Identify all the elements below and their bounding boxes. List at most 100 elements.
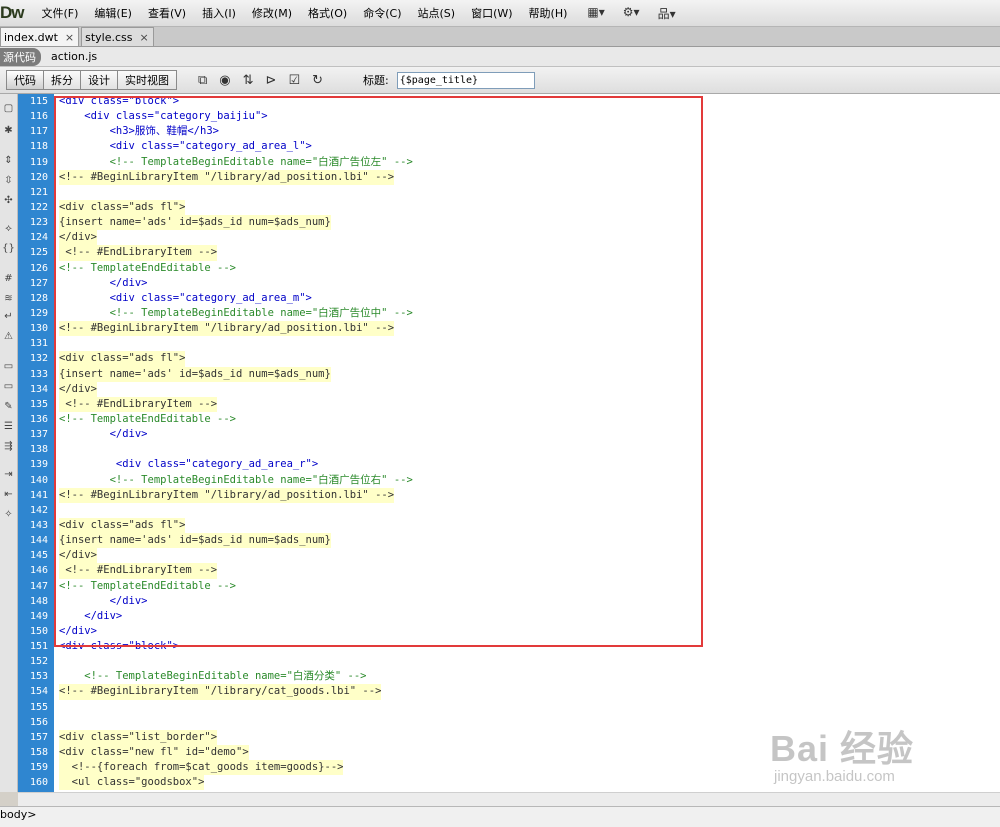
menu-command[interactable]: 命令(C) [355,5,409,21]
related-file-action-js[interactable]: action.js [51,50,97,63]
code-line[interactable]: 131 [30,336,1000,351]
code-line[interactable]: 144 {insert name='ads' id=$ads_id num=$ad… [30,533,1000,549]
code-line[interactable]: 143 <div class="ads fl"> [30,517,1000,534]
collapse-selection-icon[interactable]: ⇳ [1,174,16,188]
menu-window[interactable]: 窗口(W) [463,5,520,21]
code-line[interactable]: 140 <!-- TemplateBeginEditable name="白酒广… [30,473,1000,488]
design-view-button[interactable]: 设计 [80,70,118,90]
line-number: 123 [29,217,48,229]
code-line[interactable]: 141 <!-- #BeginLibraryItem "/library/ad_p… [30,487,1000,503]
recent-snippets-icon[interactable]: ☰ [1,420,16,434]
close-icon[interactable]: × [140,31,149,44]
split-view-button[interactable]: 拆分 [43,70,81,90]
menu-help[interactable]: 帮助(H) [521,5,576,21]
code-line[interactable]: 149 </div> [30,609,1000,624]
tab-style-css[interactable]: style.css × [81,27,154,46]
code-line[interactable]: 152 [30,654,1000,669]
code-line[interactable]: 135 <!-- #EndLibraryItem --> [30,396,1000,412]
code-line[interactable]: 124 </div> [30,230,1000,246]
related-files-bar: 源代码 action.js [0,47,1000,67]
code-line[interactable]: 127 </div> [30,276,1000,291]
line-numbers-icon[interactable]: # [1,272,16,286]
line-number: 158 [29,747,48,759]
menu-site[interactable]: 站点(S) [410,5,464,21]
code-line[interactable]: 123 {insert name='ads' id=$ads_id num=$ad… [30,215,1000,231]
balance-braces-icon[interactable]: {} [1,242,16,256]
menu-modify[interactable]: 修改(M) [244,5,300,21]
code-line[interactable]: 150 </div> [30,624,1000,639]
menu-edit[interactable]: 编辑(E) [86,5,140,21]
preview-icon[interactable]: ◉ [219,73,230,88]
validate-icon[interactable]: ☑ [288,73,300,88]
code-line[interactable]: 148 </div> [30,594,1000,609]
syntax-error-icon[interactable]: ⚠ [1,330,16,344]
line-number: 157 [29,731,48,743]
visual-aids-icon[interactable]: ⊳ [266,73,277,88]
code-line[interactable]: 117 <h3>服饰、鞋帽</h3> [30,124,1000,139]
code-line[interactable]: 151 <div class="block"> [30,639,1000,654]
code-line[interactable]: 146 <!-- #EndLibraryItem --> [30,563,1000,579]
code-line[interactable]: 115 <div class="block"> [30,94,1000,109]
code-line[interactable]: 119 <!-- TemplateBeginEditable name="白酒广… [30,155,1000,170]
code-line[interactable]: 126 <!-- TemplateEndEditable --> [30,261,1000,276]
source-code-button[interactable]: 源代码 [0,47,41,66]
apply-comment-icon[interactable]: ▭ [1,360,16,374]
menu-format[interactable]: 格式(O) [300,5,355,21]
menu-insert[interactable]: 插入(I) [194,5,244,21]
move-css-icon[interactable]: ⇶ [1,440,16,454]
expand-all-icon[interactable]: ✣ [1,194,16,208]
menu-file[interactable]: 文件(F) [34,5,87,21]
code-line[interactable]: 154 <!-- #BeginLibraryItem "/library/cat_… [30,684,1000,700]
code-view-button[interactable]: 代码 [6,70,44,90]
open-documents-icon[interactable]: ▢ [1,102,16,116]
show-code-navigator-icon[interactable]: ✱ [1,124,16,138]
code-line[interactable]: 155 [30,700,1000,715]
tab-index-dwt[interactable]: index.dwt × [0,27,80,46]
code-line[interactable]: 125 <!-- #EndLibraryItem --> [30,245,1000,261]
page-title-input[interactable]: {$page_title} [396,71,535,89]
code-line[interactable]: 130 <!-- #BeginLibraryItem "/library/ad_p… [30,321,1000,337]
site-icon[interactable]: 品▾ [658,5,676,22]
close-icon[interactable]: × [65,31,74,44]
code-line[interactable]: 121 [30,185,1000,200]
indent-code-icon[interactable]: ⇥ [1,468,16,482]
word-wrap-icon[interactable]: ↵ [1,310,16,324]
code-line[interactable]: 147 <!-- TemplateEndEditable --> [30,579,1000,594]
refresh-icon[interactable]: ↻ [312,73,323,88]
code-line[interactable]: 133 {insert name='ads' id=$ads_id num=$ad… [30,366,1000,382]
gear-icon[interactable]: ⚙▾ [623,5,640,22]
live-view-button[interactable]: 实时视图 [117,70,177,90]
code-line[interactable]: 118 <div class="category_ad_area_l"> [30,139,1000,154]
code-line[interactable]: 153 <!-- TemplateBeginEditable name="白酒分… [30,669,1000,684]
horizontal-scrollbar[interactable] [18,792,1000,807]
code-line[interactable]: 142 [30,503,1000,518]
menu-view[interactable]: 查看(V) [140,5,194,21]
watermark-sub: jingyan.baidu.com [774,768,895,785]
code-editor[interactable]: 115 <div class="block"> 116 <div class="ca… [18,94,1000,792]
code-line[interactable]: 137 </div> [30,427,1000,442]
code-line[interactable]: 132 <div class="ads fl"> [30,351,1000,367]
code-line[interactable]: 134 </div> [30,381,1000,397]
remove-comment-icon[interactable]: ▭ [1,380,16,394]
code-line[interactable]: 122 <div class="ads fl"> [30,199,1000,216]
code-line[interactable]: 138 [30,442,1000,457]
file-management-icon[interactable]: ⇅ [243,73,254,88]
code-line[interactable]: 139 <div class="category_ad_area_r"> [30,457,1000,472]
wrap-tag-icon[interactable]: ✎ [1,400,16,414]
code-line[interactable]: 116 <div class="category_baijiu"> [30,109,1000,124]
select-parent-tag-icon[interactable]: ⟡ [1,222,16,236]
code-text: {insert name='ads' id=$ads_id num=$ads_n… [59,215,331,231]
code-line[interactable]: 128 <div class="category_ad_area_m"> [30,291,1000,306]
line-number: 147 [29,580,48,592]
multiscreen-icon[interactable]: ⧉ [198,73,207,88]
layout-icon[interactable]: ▦▾ [587,5,604,22]
tag-selector[interactable]: body> [0,808,36,822]
collapse-tag-icon[interactable]: ⇕ [1,154,16,168]
code-line[interactable]: 145 </div> [30,548,1000,564]
code-line[interactable]: 120 <!-- #BeginLibraryItem "/library/ad_p… [30,169,1000,185]
code-line[interactable]: 136 <!-- TemplateEndEditable --> [30,412,1000,427]
code-line[interactable]: 129 <!-- TemplateBeginEditable name="白酒广… [30,306,1000,321]
outdent-code-icon[interactable]: ⇤ [1,488,16,502]
format-source-icon[interactable]: ✧ [1,508,16,522]
highlight-invalid-code-icon[interactable]: ≋ [1,292,16,306]
